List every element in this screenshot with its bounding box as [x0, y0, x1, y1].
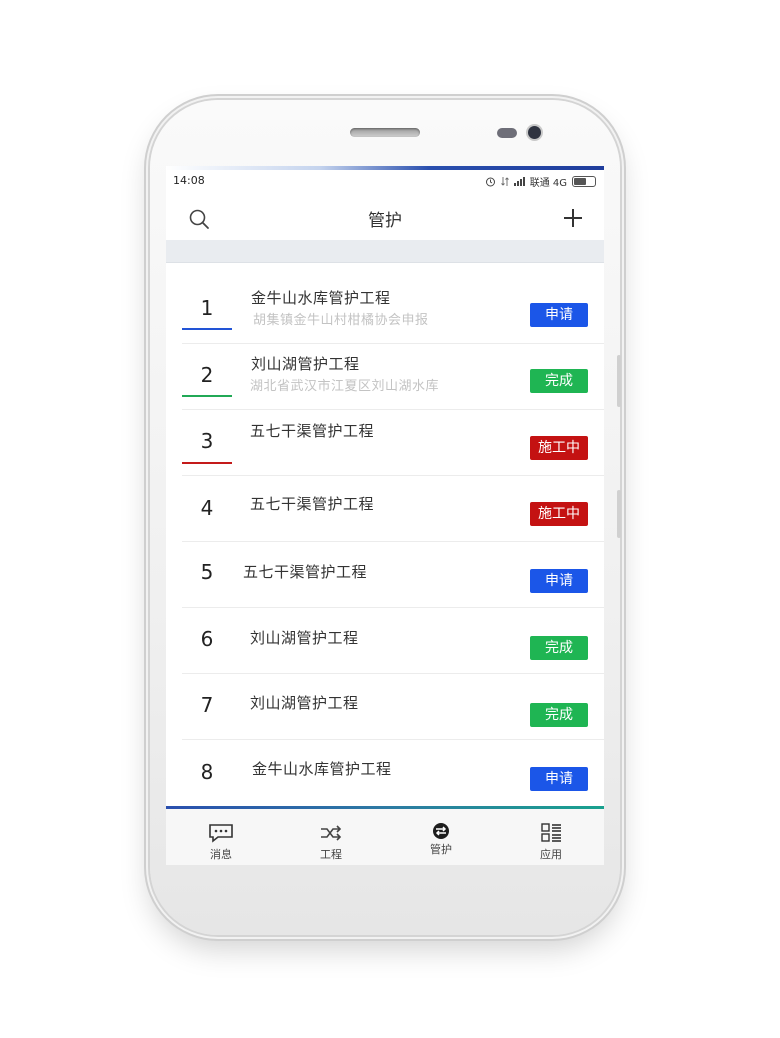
tab-label: 管护 — [430, 843, 452, 856]
status-badge: 完成 — [530, 369, 588, 393]
earpiece-speaker — [350, 128, 420, 137]
data-transfer-icon — [500, 177, 509, 186]
item-number-underline — [182, 395, 232, 397]
item-title: 刘山湖管护工程 — [251, 355, 360, 373]
nav-bar: 管护 — [166, 192, 604, 240]
item-subtitle: 胡集镇金牛山村柑橘协会申报 — [253, 313, 429, 328]
item-number: 1 — [200, 296, 214, 320]
item-number: 5 — [200, 560, 214, 584]
shuffle-icon — [321, 825, 342, 841]
signal-icon — [513, 177, 525, 186]
item-number-underline — [182, 328, 232, 330]
status-badge: 申请 — [530, 303, 588, 327]
list-item[interactable]: 4 五七干渠管护工程 施工中 — [166, 476, 604, 542]
tab-messages[interactable]: 消息 — [166, 809, 276, 865]
list-item[interactable]: 5 五七干渠管护工程 申请 — [166, 542, 604, 608]
tab-label: 工程 — [320, 848, 342, 861]
item-title: 金牛山水库管护工程 — [252, 760, 392, 778]
list-item[interactable]: 2 刘山湖管护工程 湖北省武汉市江夏区刘山湖水库 完成 — [166, 344, 604, 410]
swap-icon — [433, 823, 449, 839]
tab-apps[interactable]: 应用 — [496, 809, 604, 865]
status-indicators: 联通 4G — [485, 174, 596, 189]
app-screen: 14:08 联通 4G 管护 1 金牛山水库管护工程 胡集镇金牛山村柑橘协会申报… — [166, 166, 604, 865]
status-bar: 14:08 联通 4G — [166, 172, 604, 190]
item-title: 五七干渠管护工程 — [250, 422, 375, 440]
item-title: 金牛山水库管护工程 — [251, 289, 391, 307]
front-camera — [528, 126, 541, 139]
item-number-underline — [182, 462, 232, 464]
item-number: 2 — [200, 363, 214, 387]
bottom-tab-bar: 消息 工程 管护 应用 — [166, 809, 604, 865]
item-number: 7 — [200, 693, 214, 717]
list-item[interactable]: 1 金牛山水库管护工程 胡集镇金牛山村柑橘协会申报 申请 — [166, 278, 604, 344]
item-subtitle: 湖北省武汉市江夏区刘山湖水库 — [250, 379, 440, 394]
item-number: 6 — [200, 627, 214, 651]
item-title: 五七干渠管护工程 — [243, 563, 368, 581]
item-title: 五七干渠管护工程 — [250, 495, 375, 513]
add-icon[interactable] — [562, 207, 584, 229]
carrier-label: 联通 4G — [529, 178, 567, 189]
list-item[interactable]: 7 刘山湖管护工程 完成 — [166, 674, 604, 740]
tab-projects[interactable]: 工程 — [276, 809, 386, 865]
list-item[interactable]: 6 刘山湖管护工程 完成 — [166, 608, 604, 674]
apps-grid-icon — [541, 823, 561, 842]
volume-button — [617, 355, 621, 407]
list-item[interactable]: 8 金牛山水库管护工程 申请 — [166, 740, 604, 806]
list-item[interactable]: 3 五七干渠管护工程 施工中 — [166, 410, 604, 476]
item-title: 刘山湖管护工程 — [250, 629, 359, 647]
proximity-sensor — [497, 128, 517, 138]
power-button — [617, 490, 621, 538]
status-badge: 施工中 — [530, 436, 588, 460]
item-title: 刘山湖管护工程 — [250, 694, 359, 712]
alarm-icon — [485, 177, 495, 187]
status-badge: 申请 — [530, 767, 588, 791]
header-divider — [166, 240, 604, 263]
status-badge: 完成 — [530, 636, 588, 660]
battery-icon — [572, 176, 596, 187]
item-number: 3 — [200, 429, 214, 453]
status-badge: 完成 — [530, 703, 588, 727]
message-icon — [209, 824, 233, 843]
item-number: 4 — [200, 496, 214, 520]
tab-maintenance[interactable]: 管护 — [386, 809, 496, 865]
top-accent-bar — [166, 166, 604, 170]
status-badge: 申请 — [530, 569, 588, 593]
page-title: 管护 — [368, 211, 402, 231]
status-time: 14:08 — [173, 174, 205, 187]
status-badge: 施工中 — [530, 502, 588, 526]
item-number: 8 — [200, 760, 214, 784]
tab-label: 消息 — [210, 848, 232, 861]
tab-label: 应用 — [540, 848, 562, 861]
